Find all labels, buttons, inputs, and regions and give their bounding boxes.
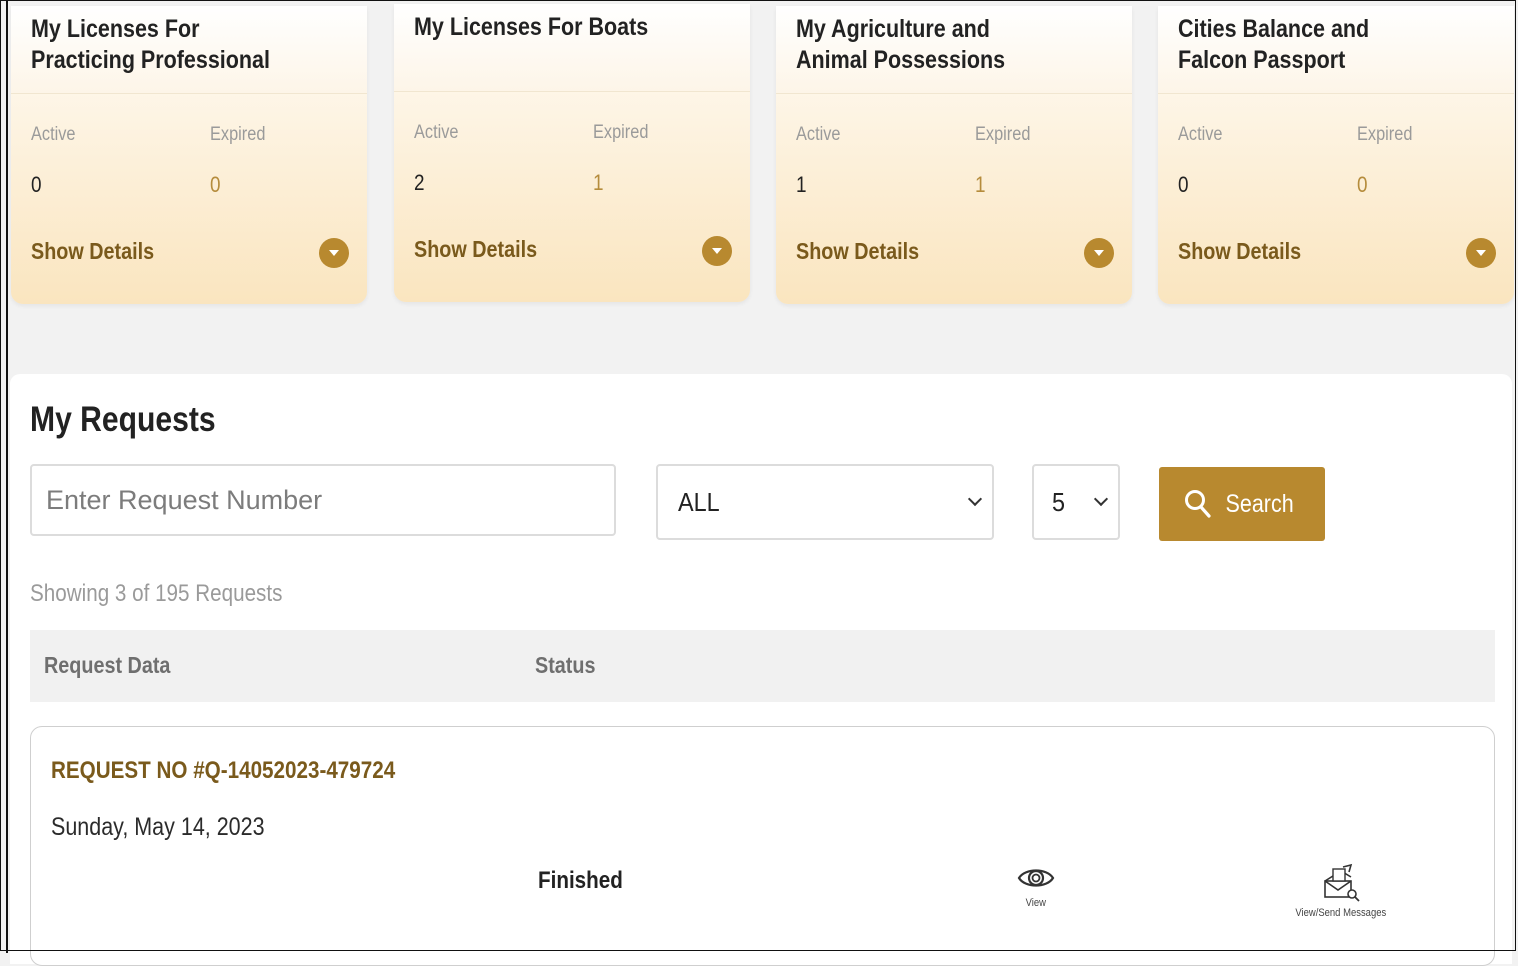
expired-count: 1 [593,170,604,195]
license-card-falcon: Cities Balance and Falcon Passport Activ… [1158,6,1514,304]
request-number[interactable]: REQUEST NO #Q-14052023-479724 [51,757,395,785]
active-count: 0 [31,172,42,197]
envelope-search-icon [1324,863,1360,902]
active-label: Active [31,124,76,145]
frame-edge [6,0,8,953]
card-header: My Licenses For Boats [394,4,750,92]
card-header: My Agriculture and Animal Possessions [776,6,1132,94]
card-title-line: Animal Possessions [796,46,1006,74]
page-title: My Requests [30,400,216,439]
card-title: My Agriculture and Animal Possessions [796,14,1068,76]
chevron-down-icon[interactable] [319,238,349,268]
expired-label: Expired [210,124,266,145]
show-details-link[interactable]: Show Details [414,236,537,263]
active-label: Active [1178,124,1223,145]
active-count: 2 [414,170,425,195]
show-details-link[interactable]: Show Details [1178,238,1301,265]
card-header: My Licenses For Practicing Professional [11,6,367,94]
status-filter-value: ALL [678,486,720,517]
card-stats: Active Expired 2 1 [394,92,750,202]
expired-count: 1 [975,172,986,197]
card-stats: Active Expired 0 0 [11,94,367,204]
messages-label: View/Send Messages [1295,907,1387,919]
column-header-status: Status [535,652,596,678]
eye-icon [1017,869,1055,887]
card-title-line: My Licenses For Boats [414,13,649,41]
expired-count: 0 [1357,172,1368,197]
card-header: Cities Balance and Falcon Passport [1158,6,1514,94]
chevron-down-icon [967,491,983,507]
expired-label: Expired [1357,124,1413,145]
page-size-select[interactable]: 5 [1032,464,1120,540]
card-title: Cities Balance and Falcon Passport [1178,14,1450,76]
search-icon [1185,490,1211,518]
chevron-down-icon[interactable] [1466,238,1496,268]
status-filter-select[interactable]: ALL [656,464,994,540]
results-count: Showing 3 of 195 Requests [30,580,283,607]
table-header: Request Data Status [30,630,1495,702]
expired-label: Expired [975,124,1031,145]
show-details-link[interactable]: Show Details [796,238,919,265]
messages-button[interactable]: View/Send Messages [1286,863,1396,919]
card-title-line: Cities Balance and [1178,15,1370,43]
requests-panel: My Requests ALL 5 Search Showing 3 of 19… [10,374,1512,966]
license-card-agriculture: My Agriculture and Animal Possessions Ac… [776,6,1132,304]
chevron-down-icon [1093,491,1109,507]
active-count: 1 [796,172,807,197]
license-card-professional: My Licenses For Practicing Professional … [11,6,367,304]
page-size-value: 5 [1052,486,1066,517]
card-title-line: Falcon Passport [1178,46,1346,74]
column-header-request-data: Request Data [44,652,171,678]
card-title-line: My Licenses For [31,15,200,43]
expired-label: Expired [593,122,649,143]
active-label: Active [796,124,841,145]
card-stats: Active Expired 0 0 [1158,94,1514,204]
chevron-down-icon[interactable] [702,236,732,266]
show-details-link[interactable]: Show Details [31,238,154,265]
card-stats: Active Expired 1 1 [776,94,1132,204]
expired-count: 0 [210,172,221,197]
search-button[interactable]: Search [1159,467,1325,541]
active-count: 0 [1178,172,1189,197]
request-number-input[interactable] [30,464,616,536]
active-label: Active [414,122,459,143]
chevron-down-icon[interactable] [1084,238,1114,268]
view-button[interactable]: View [1011,863,1061,909]
view-label: View [1025,897,1047,909]
search-button-label: Search [1225,489,1295,518]
card-title: My Licenses For Practicing Professional [31,14,303,76]
card-title: My Licenses For Boats [414,12,686,43]
card-title-line: Practicing Professional [31,46,270,74]
status-text: Finished [538,867,623,894]
license-card-boats: My Licenses For Boats Active Expired 2 1… [394,4,750,302]
card-title-line: My Agriculture and [796,15,990,43]
request-row: REQUEST NO #Q-14052023-479724 Sunday, Ma… [30,726,1495,966]
request-date: Sunday, May 14, 2023 [51,813,265,841]
